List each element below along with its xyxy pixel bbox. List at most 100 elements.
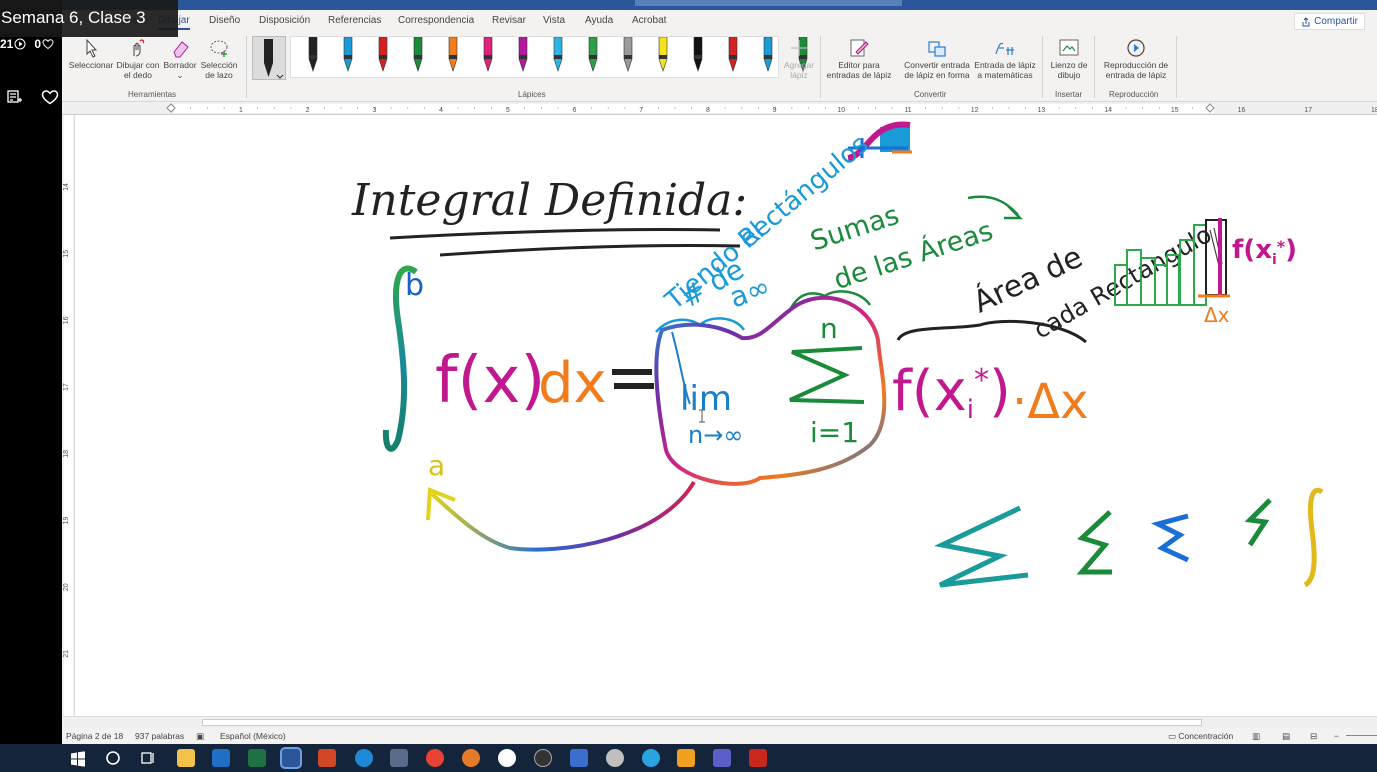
- views-count: 21: [0, 37, 26, 51]
- windows-start-icon[interactable]: [70, 751, 86, 767]
- pen-12[interactable]: [719, 37, 747, 79]
- tab-referencias[interactable]: Referencias: [328, 15, 381, 26]
- integral-doodle: [1303, 487, 1324, 588]
- app-w-icon[interactable]: [498, 749, 516, 767]
- butterfly-icon[interactable]: [677, 749, 695, 767]
- page-count[interactable]: Página 2 de 18: [66, 731, 123, 741]
- note-dx-small: Δx: [1204, 303, 1230, 327]
- teams-icon[interactable]: [713, 749, 731, 767]
- app-cloud-icon[interactable]: [606, 749, 624, 767]
- tab-ayuda[interactable]: Ayuda: [585, 15, 613, 26]
- obs-icon[interactable]: [534, 749, 552, 767]
- document-page[interactable]: Integral Definida: Tiendo el Rectángulos…: [76, 115, 1377, 716]
- chevron-down-icon[interactable]: ⌄: [176, 70, 183, 80]
- tab-acrobat[interactable]: Acrobat: [632, 15, 666, 26]
- ink-editor-button[interactable]: Editor para entradas de lápiz: [824, 38, 894, 80]
- pen-8[interactable]: [579, 37, 607, 79]
- replay-icon: [1127, 39, 1145, 57]
- edge-icon[interactable]: [355, 749, 373, 767]
- ribbon: Seleccionar Dibujar con el dedo Borrador…: [62, 32, 1377, 102]
- playlist-icon: [7, 90, 22, 103]
- pen-0[interactable]: [299, 37, 327, 79]
- pen-4[interactable]: [439, 37, 467, 79]
- file-explorer-icon[interactable]: [177, 749, 195, 767]
- playlist-add-button[interactable]: [2, 86, 26, 108]
- word-titlebar: [62, 0, 1377, 10]
- ruler-number: 6: [573, 107, 577, 114]
- task-view-icon[interactable]: [139, 749, 157, 767]
- browser-icon[interactable]: [462, 749, 480, 767]
- sigma-sign: [789, 346, 865, 404]
- pen-2[interactable]: [369, 37, 397, 79]
- pen-black-selected[interactable]: [252, 36, 286, 80]
- outlook-icon[interactable]: [212, 749, 230, 767]
- ruler-number: 2: [306, 107, 310, 114]
- pen-11[interactable]: [684, 37, 712, 79]
- eraser-icon: [173, 41, 189, 58]
- app-icon[interactable]: [390, 749, 408, 767]
- zoom-out-icon[interactable]: −: [1334, 731, 1339, 741]
- vruler-number: 19: [63, 517, 70, 525]
- pen-1[interactable]: [334, 37, 362, 79]
- eraser-button[interactable]: Borrador ⌄: [161, 38, 199, 80]
- focus-mode-button[interactable]: ▭ Concentración: [1168, 731, 1233, 742]
- scroll-thumb[interactable]: [202, 719, 1202, 726]
- search-icon[interactable]: [104, 749, 122, 767]
- drawing-canvas-button[interactable]: Lienzo de dibujo: [1048, 38, 1090, 80]
- proofing-icon[interactable]: ▣: [196, 731, 204, 742]
- pen-3[interactable]: [404, 37, 432, 79]
- draw-touch-button[interactable]: Dibujar con el dedo: [114, 38, 162, 80]
- like-button[interactable]: [38, 86, 62, 108]
- word-icon[interactable]: [280, 747, 302, 769]
- search-box[interactable]: [635, 0, 902, 6]
- pen-7[interactable]: [544, 37, 572, 79]
- ink-to-shape-button[interactable]: Convertir entrada de lápiz en forma: [900, 38, 974, 80]
- sigma-doodle-4: [1244, 498, 1272, 547]
- windows-taskbar: [0, 744, 1377, 772]
- canvas-icon: [1059, 39, 1079, 56]
- word-count[interactable]: 937 palabras: [135, 731, 184, 741]
- horizontal-scrollbar[interactable]: [62, 716, 1377, 728]
- tab-diseño[interactable]: Diseño: [209, 15, 240, 26]
- ruler-number: 14: [1104, 107, 1112, 114]
- share-button[interactable]: Compartir: [1294, 13, 1365, 30]
- select-tool-button[interactable]: Seleccionar: [68, 38, 114, 70]
- upper-limit: b: [405, 268, 424, 303]
- telegram-icon[interactable]: [642, 749, 660, 767]
- language-indicator[interactable]: Español (México): [220, 731, 286, 741]
- pen-9[interactable]: [614, 37, 642, 79]
- horizontal-ruler[interactable]: 1 2 3 4 5 6 7 8 9 10 11 12 13 14 15 16 17 18: [62, 102, 1377, 115]
- ruler-number: 13: [1038, 107, 1046, 114]
- pen-6[interactable]: [509, 37, 537, 79]
- tab-vista[interactable]: Vista: [543, 15, 565, 26]
- lasso-select-button[interactable]: Selección de lazo: [199, 38, 239, 80]
- integrand-fx: f(x): [435, 344, 545, 418]
- tab-correspondencia[interactable]: Correspondencia: [398, 15, 474, 26]
- vertical-ruler[interactable]: 14 15 16 17 18 19 20 21: [62, 115, 75, 716]
- add-pen-button[interactable]: Agregar lápiz: [780, 38, 818, 80]
- powerpoint-icon[interactable]: [318, 749, 336, 767]
- vruler-number: 16: [63, 316, 70, 324]
- ruler-number: 5: [506, 107, 510, 114]
- pen-10[interactable]: [649, 37, 677, 79]
- read-mode-icon[interactable]: ▥: [1252, 731, 1260, 742]
- tab-disposición[interactable]: Disposición: [259, 15, 310, 26]
- pen-13[interactable]: [754, 37, 782, 79]
- ribbon-tabs: InsertarDibujarDiseñoDisposiciónReferenc…: [62, 10, 1377, 32]
- arrow-curve: [430, 480, 696, 552]
- vruler-number: 18: [63, 450, 70, 458]
- ink-replay-button[interactable]: Reproducción de entrada de lápiz: [1100, 38, 1172, 80]
- tab-revisar[interactable]: Revisar: [492, 15, 526, 26]
- excel-icon[interactable]: [248, 749, 266, 767]
- web-layout-icon[interactable]: ⊟: [1310, 731, 1317, 742]
- acrobat-icon[interactable]: [749, 749, 767, 767]
- note-fxi-small: f(xi*): [1232, 235, 1297, 268]
- ruler-number: 4: [439, 107, 443, 114]
- chrome-icon[interactable]: [426, 749, 444, 767]
- plus-icon: [791, 40, 807, 56]
- ink-to-math-button[interactable]: Entrada de lápiz a matemáticas: [972, 38, 1038, 80]
- zoom-slider[interactable]: [1346, 735, 1377, 736]
- photos-icon[interactable]: [570, 749, 588, 767]
- print-layout-icon[interactable]: ▤: [1282, 731, 1290, 742]
- pen-5[interactable]: [474, 37, 502, 79]
